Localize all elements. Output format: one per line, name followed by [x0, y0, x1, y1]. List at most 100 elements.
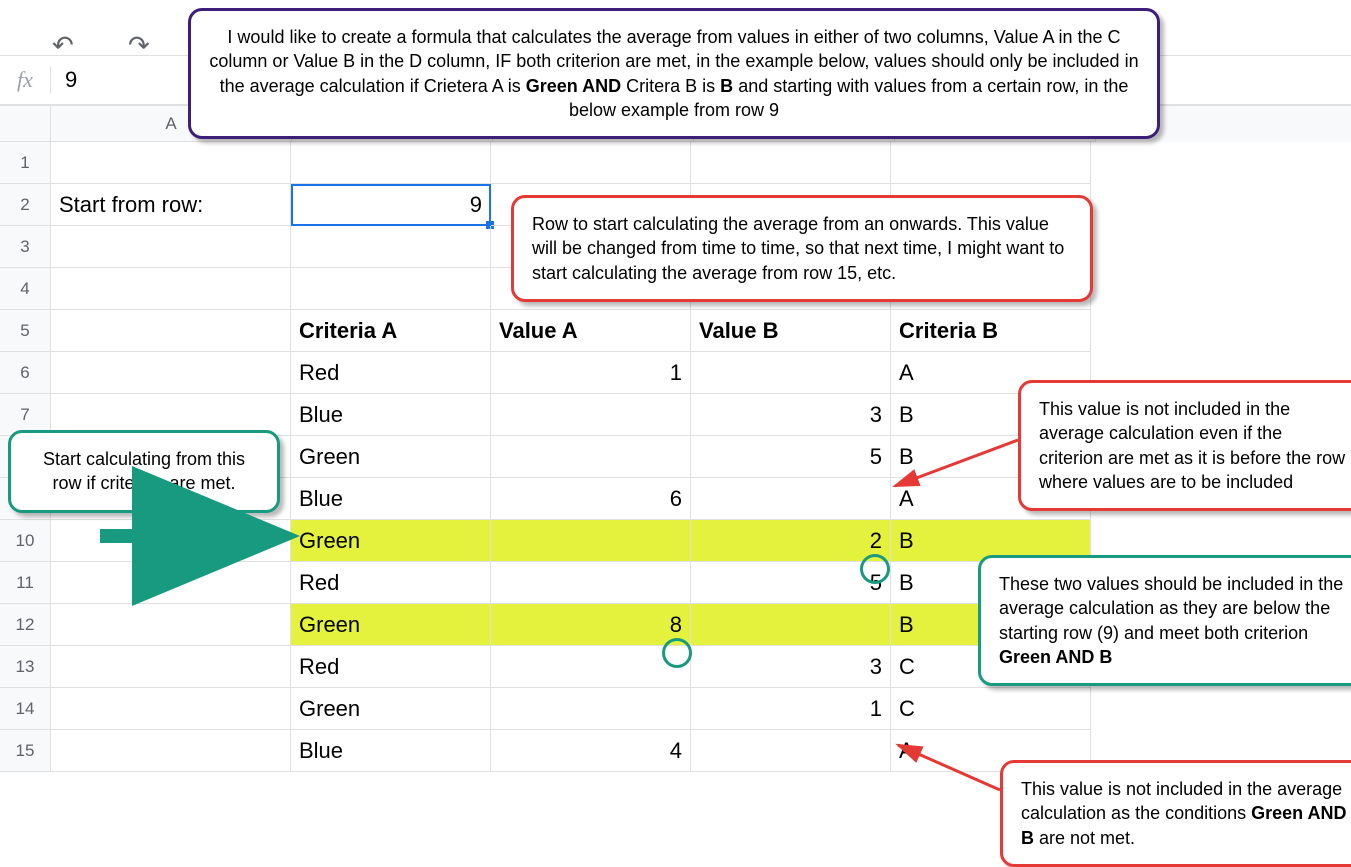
cell-D9[interactable] [691, 478, 891, 520]
cell-E2[interactable] [891, 184, 1091, 226]
cell-B5[interactable]: Criteria A [291, 310, 491, 352]
cell-E14[interactable]: C [891, 688, 1091, 730]
cell-E4[interactable] [891, 268, 1091, 310]
col-header-E[interactable]: E [895, 106, 1096, 142]
cell-B1[interactable] [291, 142, 491, 184]
cell-D6[interactable] [691, 352, 891, 394]
cell-D2[interactable] [691, 184, 891, 226]
cell-A13[interactable] [51, 646, 291, 688]
cell-D10[interactable]: 2 [691, 520, 891, 562]
cell-C5[interactable]: Value A [491, 310, 691, 352]
cell-C2[interactable] [491, 184, 691, 226]
cell-B7[interactable]: Blue [291, 394, 491, 436]
cell-C1[interactable] [491, 142, 691, 184]
cell-C10[interactable] [491, 520, 691, 562]
cell-E13[interactable]: C [891, 646, 1091, 688]
cell-E15[interactable]: A [891, 730, 1091, 772]
cell-C3[interactable] [491, 226, 691, 268]
redo-icon[interactable]: ↷ [128, 30, 150, 61]
cell-B4[interactable] [291, 268, 491, 310]
cell-C12[interactable]: 8 [491, 604, 691, 646]
cell-A15[interactable] [51, 730, 291, 772]
cell-B6[interactable]: Red [291, 352, 491, 394]
cell-E7[interactable]: B [891, 394, 1091, 436]
row-header[interactable]: 14 [0, 688, 51, 730]
formula-input[interactable]: 9 [51, 67, 77, 93]
cell-A1[interactable] [51, 142, 291, 184]
cell-C15[interactable]: 4 [491, 730, 691, 772]
cell-E1[interactable] [891, 142, 1091, 184]
cell-E12[interactable]: B [891, 604, 1091, 646]
row-header[interactable]: 10 [0, 520, 51, 562]
cell-B9[interactable]: Blue [291, 478, 491, 520]
cell-A9[interactable] [51, 478, 291, 520]
row-header[interactable]: 5 [0, 310, 51, 352]
row-header[interactable]: 15 [0, 730, 51, 772]
row-header[interactable]: 4 [0, 268, 51, 310]
cell-D13[interactable]: 3 [691, 646, 891, 688]
cell-B15[interactable]: Blue [291, 730, 491, 772]
row-header[interactable]: 8 [0, 436, 51, 478]
cell-A14[interactable] [51, 688, 291, 730]
row-header[interactable]: 13 [0, 646, 51, 688]
cell-D11[interactable]: 5 [691, 562, 891, 604]
cell-C8[interactable] [491, 436, 691, 478]
cell-D7[interactable]: 3 [691, 394, 891, 436]
col-header-A[interactable]: A [51, 106, 292, 142]
cell-A4[interactable] [51, 268, 291, 310]
cell-A5[interactable] [51, 310, 291, 352]
cell-D1[interactable] [691, 142, 891, 184]
cell-B12[interactable]: Green [291, 604, 491, 646]
col-header-D[interactable]: D [694, 106, 895, 142]
cell-D14[interactable]: 1 [691, 688, 891, 730]
cell-D15[interactable] [691, 730, 891, 772]
row-header[interactable]: 12 [0, 604, 51, 646]
cell-E6[interactable]: A [891, 352, 1091, 394]
cell-B13[interactable]: Red [291, 646, 491, 688]
cell-C11[interactable] [491, 562, 691, 604]
col-header-B[interactable]: B [292, 106, 493, 142]
row-header[interactable]: 7 [0, 394, 51, 436]
cell-D5[interactable]: Value B [691, 310, 891, 352]
cell-B14[interactable]: Green [291, 688, 491, 730]
row-header[interactable]: 11 [0, 562, 51, 604]
cell-A3[interactable] [51, 226, 291, 268]
cell-C6[interactable]: 1 [491, 352, 691, 394]
cell-B11[interactable]: Red [291, 562, 491, 604]
cell-D3[interactable] [691, 226, 891, 268]
row-header[interactable]: 2 [0, 184, 51, 226]
cell-E9[interactable]: A [891, 478, 1091, 520]
cell-E5[interactable]: Criteria B [891, 310, 1091, 352]
cell-C4[interactable] [491, 268, 691, 310]
cell-C7[interactable] [491, 394, 691, 436]
cell-A11[interactable] [51, 562, 291, 604]
cell-A8[interactable] [51, 436, 291, 478]
cell-B10[interactable]: Green [291, 520, 491, 562]
cell-E3[interactable] [891, 226, 1091, 268]
cell-B2[interactable]: 9 [291, 184, 491, 226]
cell-D8[interactable]: 5 [691, 436, 891, 478]
select-all-corner[interactable] [0, 106, 51, 142]
cell-A2[interactable]: Start from row: [51, 184, 291, 226]
row-header[interactable]: 3 [0, 226, 51, 268]
cell-A12[interactable] [51, 604, 291, 646]
cell-C13[interactable] [491, 646, 691, 688]
cell-D4[interactable] [691, 268, 891, 310]
cell-A10[interactable] [51, 520, 291, 562]
cell-B8[interactable]: Green [291, 436, 491, 478]
cell-E11[interactable]: B [891, 562, 1091, 604]
cell-C14[interactable] [491, 688, 691, 730]
undo-icon[interactable]: ↶ [52, 30, 74, 61]
col-header-C[interactable]: C [493, 106, 694, 142]
cell-D12[interactable] [691, 604, 891, 646]
row-header[interactable]: 1 [0, 142, 51, 184]
cell-A6[interactable] [51, 352, 291, 394]
cell-C9[interactable]: 6 [491, 478, 691, 520]
cell-A7[interactable] [51, 394, 291, 436]
cell-B3[interactable] [291, 226, 491, 268]
row-header[interactable]: 6 [0, 352, 51, 394]
row-header[interactable]: 9 [0, 478, 51, 520]
row-15: 15 Blue 4 A [0, 730, 1351, 772]
cell-E8[interactable]: B [891, 436, 1091, 478]
cell-E10[interactable]: B [891, 520, 1091, 562]
